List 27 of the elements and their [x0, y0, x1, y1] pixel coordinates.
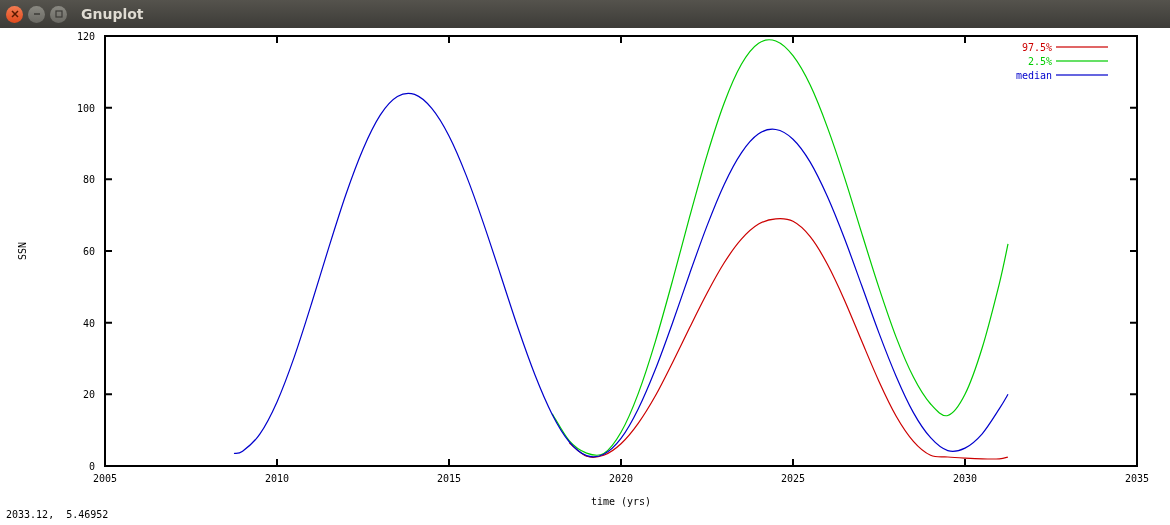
window-title: Gnuplot — [81, 6, 144, 22]
status-text: 2033.12, 5.46952 — [5, 508, 110, 522]
axis-tick-label: 2010 — [264, 473, 290, 484]
maximize-icon — [54, 10, 63, 18]
axis-tick-label: 20 — [82, 389, 95, 401]
axis-tick-label: 120 — [76, 31, 95, 42]
axis-tick-label: 2015 — [436, 473, 462, 484]
axis-tick-label: 2025 — [780, 473, 806, 484]
axis-tick-label: 40 — [82, 317, 95, 329]
legend-label: median — [1015, 70, 1052, 81]
axis-tick-label: 2035 — [1124, 473, 1150, 484]
legend-label: 2.5% — [1027, 56, 1052, 67]
minimize-button[interactable] — [28, 5, 45, 23]
axis-tick-label: 2020 — [608, 473, 634, 484]
axis-tick-label: 60 — [82, 246, 95, 257]
axis-tick-label: 0 — [88, 461, 95, 472]
axis-tick-label: 80 — [82, 174, 95, 186]
axis-tick-label: 100 — [76, 102, 95, 114]
x-axis-title: time (yrs) — [590, 496, 652, 507]
minimize-icon — [32, 10, 41, 18]
maximize-button[interactable] — [50, 5, 67, 23]
axis-tick-label: 2005 — [92, 473, 118, 484]
close-icon — [10, 10, 19, 18]
close-button[interactable] — [6, 5, 23, 23]
y-axis-title: SSN — [17, 241, 28, 261]
axis-tick-label: 2030 — [952, 473, 978, 484]
legend-label: 97.5% — [1021, 42, 1052, 53]
